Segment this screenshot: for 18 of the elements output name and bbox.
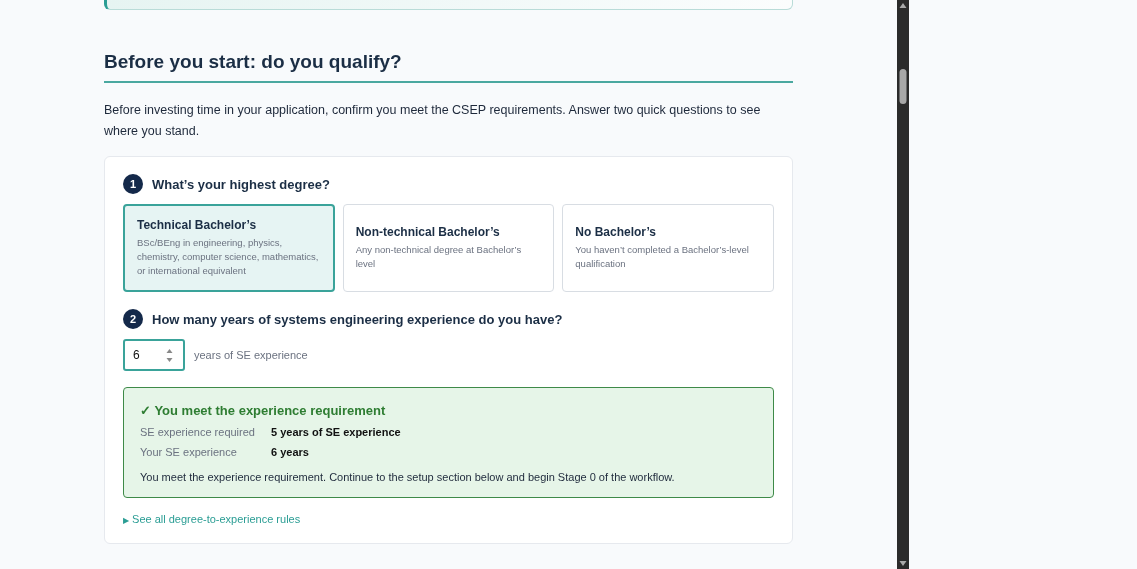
row-label: SE experience required: [140, 426, 256, 438]
degree-option[interactable]: Technical Bachelor’s BSc/BEng in engineering, physics, chemistry, computer science, mathematics, or international equivalent: [123, 204, 335, 292]
step-number: 1: [123, 174, 143, 194]
spinner-icon[interactable]: [166, 347, 173, 363]
row-value: 6 years: [271, 446, 310, 458]
step-number: 2: [123, 309, 143, 329]
row-label: Your SE experience: [140, 446, 238, 458]
number-field[interactable]: 6: [123, 339, 185, 371]
degree-option[interactable]: No Bachelor’s You haven’t completed a Bachelor’s-level qualification: [562, 204, 774, 292]
row-value: 5 years of SE experience: [271, 426, 402, 438]
unit-label: years of SE experience: [194, 349, 308, 361]
degree-option[interactable]: Non-technical Bachelor’s Any non-technical degree at Bachelor’s level: [342, 204, 555, 292]
result-message: You meet the experience requirement. Continue to the setup section below and begin Stage 0 of the workflow.: [140, 471, 676, 483]
intro-text: Before investing time in your application, confirm you meet the CSEP requirements. Answer two quick questions to see where you stand.: [104, 102, 762, 140]
question-label: How many years of systems engineering experience do you have?: [152, 311, 563, 327]
result-title: ✓ You meet the experience requirement: [140, 403, 387, 418]
section-title: Before you start: do you qualify?: [104, 51, 793, 83]
question-label: What’s your highest degree?: [152, 176, 330, 192]
